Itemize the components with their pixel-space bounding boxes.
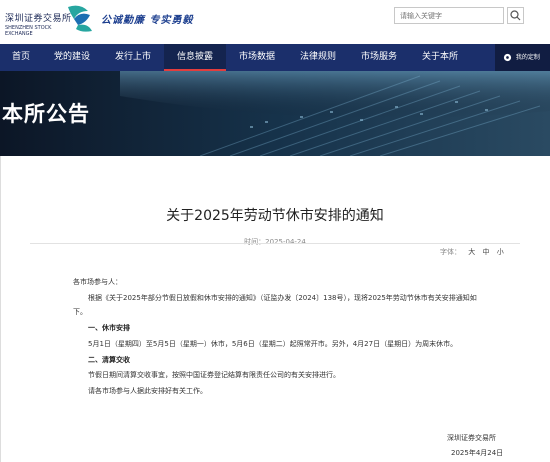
nav-item-market-data[interactable]: 市场数据 — [226, 44, 288, 71]
search-icon — [510, 10, 521, 21]
intro-paragraph-line-1: 根据《关于2025年部分节假日放假和休市安排的通知》（证监办发〔2024〕138… — [88, 294, 477, 302]
font-size-small-button[interactable]: 小 — [497, 248, 504, 256]
nav-item-disclosure[interactable]: 信息披露 — [164, 44, 226, 71]
nav-item-market-services[interactable]: 市场服务 — [348, 44, 410, 71]
site-header: 深圳证券交易所 SHENZHEN STOCK EXCHANGE 公诚勤廉 专实勇… — [0, 0, 550, 44]
logo-english-name: SHENZHEN STOCK EXCHANGE — [5, 25, 52, 37]
intro-paragraph-line-2: 下。 — [73, 308, 87, 316]
section-2-heading: 二、清算交收 — [88, 356, 130, 364]
settings-icon — [503, 53, 512, 62]
section-1-body: 5月1日（星期四）至5月5日（星期一）休市，5月6日（星期二）起照常开市。另外，… — [88, 340, 458, 348]
article-date: 时间：2025-04-24 — [244, 238, 306, 246]
nav-item-about[interactable]: 关于本所 — [410, 44, 470, 71]
divider — [30, 243, 520, 244]
article-title: 关于2025年劳动节休市安排的通知 — [166, 208, 384, 224]
signature-date: 2025年4月24日 — [451, 449, 504, 457]
closing-text: 请各市场参与人据此安排好有关工作。 — [88, 387, 207, 395]
section-2-body: 节假日期间清算交收事宜，按照中国证券登记结算有限责任公司的有关安排进行。 — [88, 371, 340, 379]
font-size-label: 字体： — [440, 248, 461, 256]
nav-item-listing[interactable]: 发行上市 — [102, 44, 164, 71]
slogan: 公诚勤廉 专实勇毅 — [101, 15, 194, 26]
salutation: 各市场参与人： — [73, 278, 122, 286]
my-customization-button[interactable]: 我的定制 — [495, 44, 550, 71]
nav-item-rules[interactable]: 法律规则 — [288, 44, 348, 71]
search-input[interactable] — [394, 7, 504, 24]
signature-organization: 深圳证券交易所 — [447, 434, 496, 442]
nav-item-party-building[interactable]: 党的建设 — [42, 44, 102, 71]
nav-item-home[interactable]: 首页 — [0, 44, 42, 71]
content-left-border — [0, 156, 1, 462]
section-1-heading: 一、休市安排 — [88, 324, 130, 332]
page-title: 本所公告 — [2, 102, 90, 126]
logo-emblem-icon — [68, 5, 92, 32]
my-customization-label: 我的定制 — [515, 54, 540, 61]
font-size-large-button[interactable]: 大 — [468, 248, 475, 256]
search-button[interactable] — [507, 7, 524, 24]
font-size-selector: 字体： 大 中 小 — [440, 247, 504, 257]
font-size-medium-button[interactable]: 中 — [482, 248, 489, 256]
main-nav: 首页 党的建设 发行上市 信息披露 市场数据 法律规则 市场服务 关于本所 我的… — [0, 44, 550, 71]
